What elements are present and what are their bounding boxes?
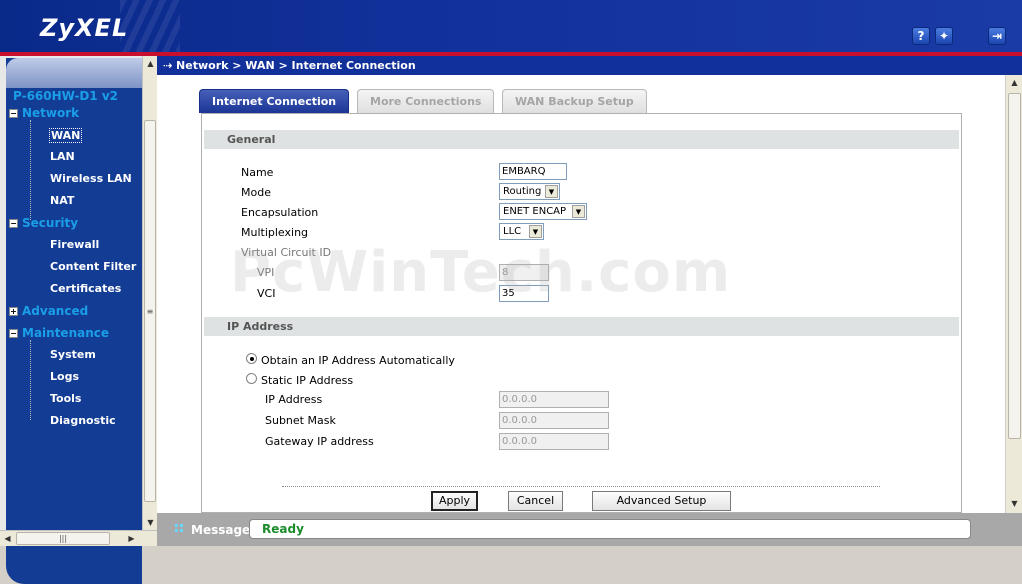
static-ip-label[interactable]: Static IP Address xyxy=(261,374,353,387)
tab-wan-backup-setup[interactable]: WAN Backup Setup xyxy=(502,89,647,113)
tree-line xyxy=(30,340,31,420)
nav-item-diagnostic[interactable]: Diagnostic xyxy=(50,414,116,427)
cancel-button[interactable]: Cancel xyxy=(508,491,563,511)
advanced-setup-button[interactable]: Advanced Setup xyxy=(592,491,731,511)
apply-button[interactable]: Apply xyxy=(431,491,478,511)
scrollbar-thumb[interactable] xyxy=(1008,93,1021,439)
nav-section-security[interactable]: − Security xyxy=(9,216,79,230)
settings-panel: General Name Mode Routing ▼ Encapsulatio… xyxy=(201,113,962,513)
nav-section-label: Security xyxy=(22,216,79,230)
name-label: Name xyxy=(241,166,274,179)
logout-icon[interactable]: ⇥ xyxy=(988,27,1006,45)
top-header: ZyXEL ? ✦ ⇥ xyxy=(0,0,1022,52)
nav-item-tools[interactable]: Tools xyxy=(50,392,81,405)
ip-address-section-heading: IP Address xyxy=(204,317,959,336)
encapsulation-select[interactable]: ENET ENCAP ▼ xyxy=(499,203,587,220)
nav-section-maintenance[interactable]: − Maintenance xyxy=(9,326,110,340)
nav-section-advanced[interactable]: + Advanced xyxy=(9,304,89,318)
nav-section-label: Advanced xyxy=(22,304,89,318)
scroll-right-arrow-icon[interactable]: ▶ xyxy=(124,531,139,546)
nav-section-label: Maintenance xyxy=(22,326,110,340)
scroll-left-arrow-icon[interactable]: ◀ xyxy=(0,531,15,546)
nav-section-label: Network xyxy=(22,106,80,120)
chevron-down-icon[interactable]: ▼ xyxy=(529,225,542,238)
name-input[interactable] xyxy=(499,163,567,180)
obtain-ip-auto-radio[interactable] xyxy=(246,353,257,364)
collapse-icon[interactable]: − xyxy=(9,219,18,228)
subnet-mask-label: Subnet Mask xyxy=(265,414,336,427)
chevron-down-icon[interactable]: ▼ xyxy=(545,185,558,198)
multiplexing-label: Multiplexing xyxy=(241,226,309,239)
breadcrumb-text: Network > WAN > Internet Connection xyxy=(176,59,416,72)
nav-section-network[interactable]: − Network xyxy=(9,106,80,120)
scrollbar-thumb[interactable]: ≡ xyxy=(144,120,156,502)
nav-horizontal-scrollbar[interactable]: ◀ ||| ▶ xyxy=(0,530,157,546)
encapsulation-label: Encapsulation xyxy=(241,206,319,219)
obtain-ip-auto-label[interactable]: Obtain an IP Address Automatically xyxy=(261,354,455,367)
nav-item-lan[interactable]: LAN xyxy=(50,150,75,163)
static-ip-radio[interactable] xyxy=(246,373,257,384)
device-model[interactable]: P-660HW-D1 v2 xyxy=(13,89,118,103)
scroll-down-arrow-icon[interactable]: ▼ xyxy=(1007,496,1022,511)
expand-icon[interactable]: + xyxy=(9,307,18,316)
help-icon[interactable]: ? xyxy=(912,27,930,45)
ip-address-label: IP Address xyxy=(265,393,323,406)
header-decoration xyxy=(120,0,180,52)
separator xyxy=(282,486,880,487)
gateway-ip-label: Gateway IP address xyxy=(265,435,374,448)
collapse-icon[interactable]: − xyxy=(9,329,18,338)
nav-item-logs[interactable]: Logs xyxy=(50,370,79,383)
mode-select-value: Routing xyxy=(503,186,542,197)
nav-item-wireless-lan[interactable]: Wireless LAN xyxy=(50,172,132,185)
general-section-heading: General xyxy=(204,130,959,149)
nav-item-content-filter[interactable]: Content Filter xyxy=(50,260,136,273)
watermark: PcWinTech.com xyxy=(230,240,732,305)
nav-item-system[interactable]: System xyxy=(50,348,96,361)
encapsulation-select-value: ENET ENCAP xyxy=(503,206,567,217)
mode-select[interactable]: Routing ▼ xyxy=(499,183,560,200)
zyxel-logo: ZyXEL xyxy=(40,14,129,42)
scroll-down-arrow-icon[interactable]: ▼ xyxy=(143,515,158,530)
breadcrumb-arrow-icon: ⇢ xyxy=(163,59,177,72)
mode-label: Mode xyxy=(241,186,271,199)
chevron-down-icon[interactable]: ▼ xyxy=(572,205,585,218)
tab-more-connections[interactable]: More Connections xyxy=(357,89,495,113)
main-vertical-scrollbar[interactable]: ▲ ▼ xyxy=(1005,75,1022,513)
nav-item-nat[interactable]: NAT xyxy=(50,194,74,207)
left-panel: P-660HW-D1 v2 − Network WAN LAN Wireless… xyxy=(0,56,157,584)
scroll-up-arrow-icon[interactable]: ▲ xyxy=(1007,75,1022,90)
scrollbar-thumb[interactable]: ||| xyxy=(16,532,110,545)
message-bar: Message Ready xyxy=(157,513,1022,546)
breadcrumb: ⇢ Network > WAN > Internet Connection xyxy=(157,56,1022,75)
ip-address-input[interactable] xyxy=(499,391,609,408)
scroll-up-arrow-icon[interactable]: ▲ xyxy=(143,56,158,71)
subnet-mask-input[interactable] xyxy=(499,412,609,429)
nav-top-cap xyxy=(6,58,142,88)
tree-line xyxy=(30,120,31,220)
message-label: Message xyxy=(191,523,251,537)
tab-internet-connection[interactable]: Internet Connection xyxy=(199,89,350,113)
nav-item-firewall[interactable]: Firewall xyxy=(50,238,99,251)
multiplexing-select-value: LLC xyxy=(503,226,522,237)
nav-vertical-scrollbar[interactable]: ▲ ≡ ▼ xyxy=(142,56,158,530)
nav-item-certificates[interactable]: Certificates xyxy=(50,282,121,295)
wizard-icon[interactable]: ✦ xyxy=(935,27,953,45)
status-dots-icon xyxy=(175,524,183,532)
collapse-icon[interactable]: − xyxy=(9,109,18,118)
gateway-ip-input[interactable] xyxy=(499,433,609,450)
multiplexing-select[interactable]: LLC ▼ xyxy=(499,223,544,240)
status-message: Ready xyxy=(249,519,971,539)
nav-item-wan[interactable]: WAN xyxy=(49,128,83,143)
